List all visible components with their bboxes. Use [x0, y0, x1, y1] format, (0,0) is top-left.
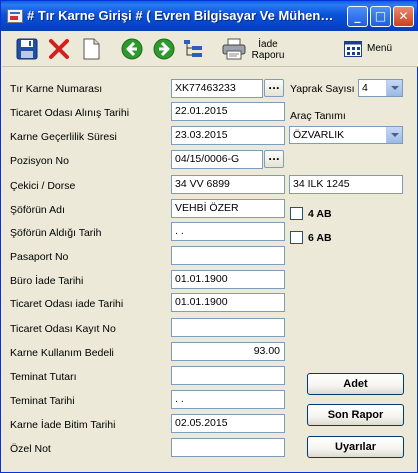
son-rapor-button[interactable]: Son Rapor — [307, 404, 404, 426]
toolbar: İade Raporu Menü — [2, 31, 418, 67]
iade-raporu-button[interactable]: İade Raporu — [247, 39, 289, 61]
yaprak-sayisi-select[interactable]: 4 — [358, 79, 403, 97]
window-title: # Tır Karne Girişi # ( Evren Bilgisayar … — [27, 8, 334, 23]
label-ticaret-odasi-iade-tarihi: Ticaret Odası iade Tarihi — [10, 298, 124, 310]
tir-karne-lookup-button[interactable]: ... — [264, 79, 284, 97]
label-tir-karne-numarasi: Tır Karne Numarası — [10, 83, 103, 95]
soforun-aldigi-tarih-input[interactable]: . . — [171, 222, 285, 241]
karne-gecerlilik-suresi-input[interactable]: 23.03.2015 — [171, 126, 285, 145]
teminat-tutari-input[interactable] — [171, 366, 285, 385]
uyarilar-button[interactable]: Uyarılar — [307, 436, 404, 458]
minimize-button[interactable]: _ — [347, 6, 368, 27]
maximize-button[interactable]: □ — [370, 6, 391, 27]
tir-karne-window: # Tır Karne Girişi # ( Evren Bilgisayar … — [0, 0, 418, 473]
label-teminat-tutari: Teminat Tutarı — [10, 371, 77, 383]
menu-label[interactable]: Menü — [367, 43, 392, 54]
label-soforun-aldigi-tarih: Şöförün Aldığı Tarih — [10, 227, 102, 239]
label-arac-tanimi: Araç Tanımı — [290, 110, 346, 122]
adet-button[interactable]: Adet — [307, 373, 404, 395]
arac-tanimi-select[interactable]: ÖZVARLIK — [289, 126, 403, 144]
label-soforun-adi: Şöförün Adı — [10, 204, 65, 216]
iade-raporu-line2: Raporu — [251, 50, 285, 61]
label-pasaport-no: Pasaport No — [10, 251, 69, 263]
pasaport-no-input[interactable] — [171, 246, 285, 265]
karne-kullanim-bedeli-input[interactable]: 93.00 — [171, 342, 285, 361]
label-cekici-dorse: Çekici / Dorse — [10, 180, 76, 192]
label-ticaret-odasi-kayit-no: Ticaret Odası Kayıt No — [10, 323, 116, 335]
ozel-not-input[interactable] — [171, 438, 285, 457]
save-icon[interactable] — [14, 37, 40, 61]
chevron-down-icon[interactable] — [386, 80, 402, 96]
delete-icon[interactable] — [46, 37, 72, 61]
label-yaprak-sayisi: Yaprak Sayısı — [290, 83, 355, 95]
ticaret-odasi-kayit-no-input[interactable] — [171, 318, 285, 337]
buro-iade-tarihi-input[interactable]: 01.01.1900 — [171, 270, 285, 289]
dorse-input[interactable]: 34 ILK 1245 — [289, 175, 403, 194]
close-button[interactable]: ✕ — [393, 6, 414, 27]
printer-icon[interactable] — [221, 37, 247, 61]
teminat-tarihi-input[interactable]: . . — [171, 390, 285, 409]
tir-karne-numarasi-input[interactable]: XK77463233 — [171, 79, 263, 98]
label-karne-kullanim-bedeli: Karne Kullanım Bedeli — [10, 347, 114, 359]
iade-raporu-line1: İade — [258, 39, 278, 50]
label-ozel-not: Özel Not — [10, 443, 51, 455]
title-bar[interactable]: # Tır Karne Girişi # ( Evren Bilgisayar … — [1, 1, 417, 31]
label-karne-iade-bitim-tarihi: Karne İade Bitim Tarihi — [10, 419, 116, 431]
label-4ab: 4 AB — [308, 208, 332, 220]
new-document-icon[interactable] — [78, 37, 104, 61]
arac-tanimi-value: ÖZVARLIK — [293, 129, 345, 141]
next-record-icon[interactable] — [151, 37, 177, 61]
previous-record-icon[interactable] — [119, 37, 145, 61]
pozisyon-no-lookup-button[interactable]: ... — [264, 150, 284, 168]
list-tree-icon[interactable] — [180, 37, 206, 61]
chevron-down-icon[interactable] — [386, 127, 402, 143]
label-teminat-tarihi: Teminat Tarihi — [10, 395, 75, 407]
label-ticaret-odasi-alinis-tarihi: Ticaret Odası Alınış Tarihi — [10, 107, 130, 119]
label-pozisyon-no: Pozisyon No — [10, 155, 69, 167]
menu-grid-icon[interactable] — [342, 37, 364, 61]
checkbox-6ab[interactable] — [290, 231, 303, 244]
ticaret-odasi-iade-tarihi-input[interactable]: 01.01.1900 — [171, 293, 285, 312]
label-karne-gecerlilik-suresi: Karne Geçerlilik Süresi — [10, 131, 117, 143]
karne-iade-bitim-tarihi-input[interactable]: 02.05.2015 — [171, 414, 285, 433]
label-6ab: 6 AB — [308, 232, 332, 244]
checkbox-4ab[interactable] — [290, 207, 303, 220]
app-icon — [7, 9, 23, 23]
pozisyon-no-input[interactable]: 04/15/0006-G — [171, 150, 263, 169]
cekici-input[interactable]: 34 VV 6899 — [171, 175, 285, 194]
soforun-adi-input[interactable]: VEHBİ ÖZER — [171, 199, 285, 218]
label-buro-iade-tarihi: Büro İade Tarihi — [10, 275, 84, 287]
ticaret-odasi-alinis-tarihi-input[interactable]: 22.01.2015 — [171, 102, 285, 121]
yaprak-sayisi-value: 4 — [362, 82, 368, 94]
